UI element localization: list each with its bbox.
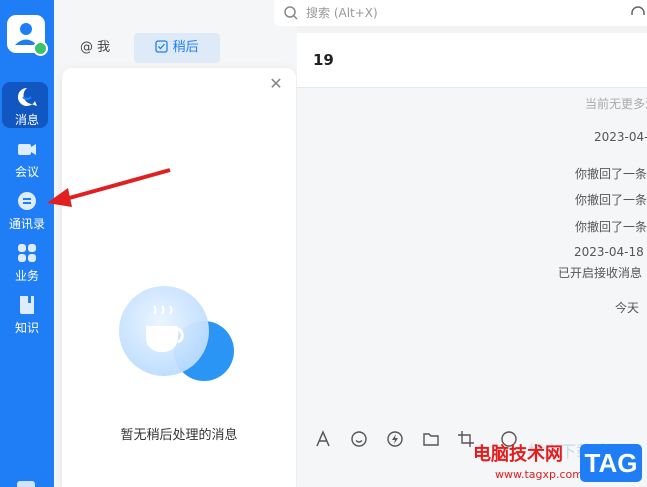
headset-icon[interactable] [630, 5, 646, 21]
sidebar-item-messages[interactable]: 消息 [0, 82, 54, 132]
message-icon [17, 87, 37, 106]
empty-state-text: 暂无稍后处理的消息 [120, 428, 238, 443]
online-status-dot [33, 41, 48, 56]
search-input[interactable]: 搜索 (Alt+X) [306, 5, 378, 21]
chat-title: 19 [313, 51, 334, 69]
timestamp: 2023-04- [594, 130, 647, 144]
search-bar[interactable]: 搜索 (Alt+X) [274, 0, 647, 26]
tab-mentions[interactable]: @ 我 [80, 33, 110, 63]
sidebar-item-label: 通讯录 [8, 217, 45, 231]
system-message: 你撤回了一条 [575, 220, 647, 234]
chat-header: 19 [297, 33, 647, 88]
watermark-url: www.tagxp.com [495, 468, 583, 481]
later-panel: ✕ 暂无稍后处理的消息 [62, 68, 296, 487]
contacts-icon [18, 192, 36, 210]
watermark-site-name: 电脑技术网 [473, 444, 563, 465]
lightning-icon[interactable] [386, 430, 404, 448]
timestamp: 今天 [615, 301, 640, 315]
sidebar-item-label: 消息 [14, 113, 39, 127]
sidebar-settings-icon[interactable] [17, 481, 35, 487]
sidebar-item-contacts[interactable]: 通讯录 [0, 186, 54, 236]
user-avatar[interactable] [7, 15, 48, 56]
video-camera-icon [18, 144, 36, 155]
system-message: 已开启接收消息 [558, 266, 643, 280]
tab-later-label: 稍后 [172, 40, 199, 55]
font-icon[interactable] [314, 430, 332, 448]
system-message: 你撤回了一条 [575, 167, 647, 181]
sidebar-item-meetings[interactable]: 会议 [0, 134, 54, 184]
book-icon [20, 296, 34, 314]
system-message: 你撤回了一条 [575, 193, 647, 207]
system-message: 当前无更多消 [585, 97, 647, 111]
sidebar-item-business[interactable]: 业务 [0, 238, 54, 288]
sidebar-item-knowledge[interactable]: 知识 [0, 290, 54, 340]
close-icon[interactable]: ✕ [266, 74, 286, 94]
sidebar-item-label: 业务 [14, 269, 39, 283]
tab-later[interactable]: 稍后 [134, 33, 220, 63]
apps-grid-icon [18, 244, 36, 262]
emoji-icon[interactable] [350, 430, 368, 448]
coffee-cup-illustration [119, 286, 234, 381]
sidebar-item-label: 会议 [14, 165, 39, 179]
app-sidebar: 消息 会议 通讯录 业务 知识 [0, 0, 54, 487]
sidebar-item-label: 知识 [14, 321, 39, 335]
watermark-tag-badge: TAG [580, 444, 642, 482]
checkbox-icon [155, 40, 169, 53]
folder-icon[interactable] [422, 430, 440, 448]
search-icon [284, 6, 298, 20]
chat-window: 19 当前无更多消 2023-04- 你撤回了一条 你撤回了一条 你撤回了一条 … [297, 33, 647, 487]
timestamp: 2023-04-18 1 [574, 245, 647, 259]
